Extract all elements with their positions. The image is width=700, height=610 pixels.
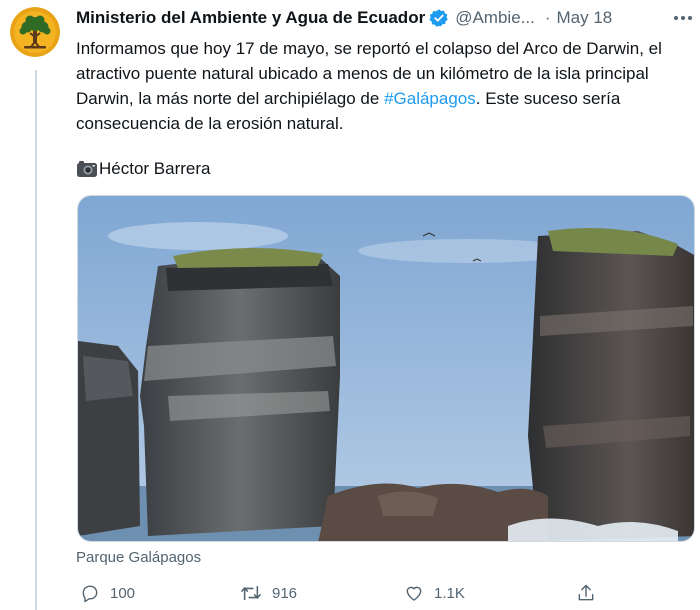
tweet-text: Informamos que hoy 17 de mayo, se report… [76,36,691,136]
share-icon [578,584,594,601]
hashtag-link[interactable]: #Galápagos [384,89,476,108]
author-handle[interactable]: @Ambie... [455,8,535,28]
thread-line [35,70,37,610]
tweet-photo[interactable] [77,195,695,542]
heart-icon [406,586,422,601]
darwin-arch-photo [78,196,694,541]
retweet-icon [241,585,261,601]
tweet-actions: 100 916 1.1K [76,583,696,607]
tweet-date[interactable]: May 18 [557,8,613,28]
reply-icon [82,585,98,603]
share-button[interactable] [576,583,596,603]
camera-icon [76,160,98,178]
verified-badge-icon [429,8,449,28]
like-button[interactable]: 1.1K [404,583,465,603]
tweet-header: Ministerio del Ambiente y Agua de Ecuado… [76,6,696,30]
retweet-count: 916 [272,584,298,602]
more-options-icon[interactable] [674,8,692,28]
reply-button[interactable]: 100 [80,583,135,603]
avatar[interactable] [10,7,60,57]
reply-count: 100 [110,584,136,602]
author-name[interactable]: Ministerio del Ambiente y Agua de Ecuado… [76,8,425,28]
separator-dot: · [544,8,551,27]
tree-logo-icon [10,7,60,57]
photo-credit-text: Héctor Barrera [99,159,211,178]
retweet-button[interactable]: 916 [240,583,297,603]
photo-credit: Héctor Barrera [76,156,210,181]
like-count: 1.1K [434,584,465,602]
location-label[interactable]: Parque Galápagos [76,549,201,566]
